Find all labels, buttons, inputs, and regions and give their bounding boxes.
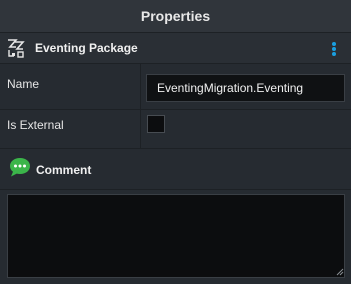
- property-row-is-external: Is External: [0, 110, 351, 149]
- comment-textarea[interactable]: [7, 194, 345, 278]
- section-header: Eventing Package: [0, 33, 351, 64]
- resize-grip-icon[interactable]: [336, 268, 344, 276]
- name-label: Name: [7, 77, 40, 91]
- kebab-menu-icon[interactable]: [327, 40, 341, 58]
- column-divider: [140, 64, 141, 109]
- name-input[interactable]: EventingMigration.Eventing: [146, 74, 345, 102]
- speech-bubble-icon: [10, 158, 30, 177]
- panel-title-text: Properties: [140, 8, 211, 24]
- property-row-name: Name EventingMigration.Eventing: [0, 64, 351, 110]
- properties-panel: Properties Eventing Package Name Eventin…: [0, 0, 351, 284]
- comment-title: Comment: [36, 163, 92, 177]
- panel-title: Properties: [0, 0, 351, 33]
- comment-header: Comment: [0, 149, 351, 190]
- section-title: Eventing Package: [35, 41, 138, 55]
- is-external-label: Is External: [7, 118, 64, 132]
- column-divider: [140, 110, 141, 148]
- is-external-checkbox[interactable]: [147, 115, 165, 133]
- eventing-package-icon: [8, 39, 25, 58]
